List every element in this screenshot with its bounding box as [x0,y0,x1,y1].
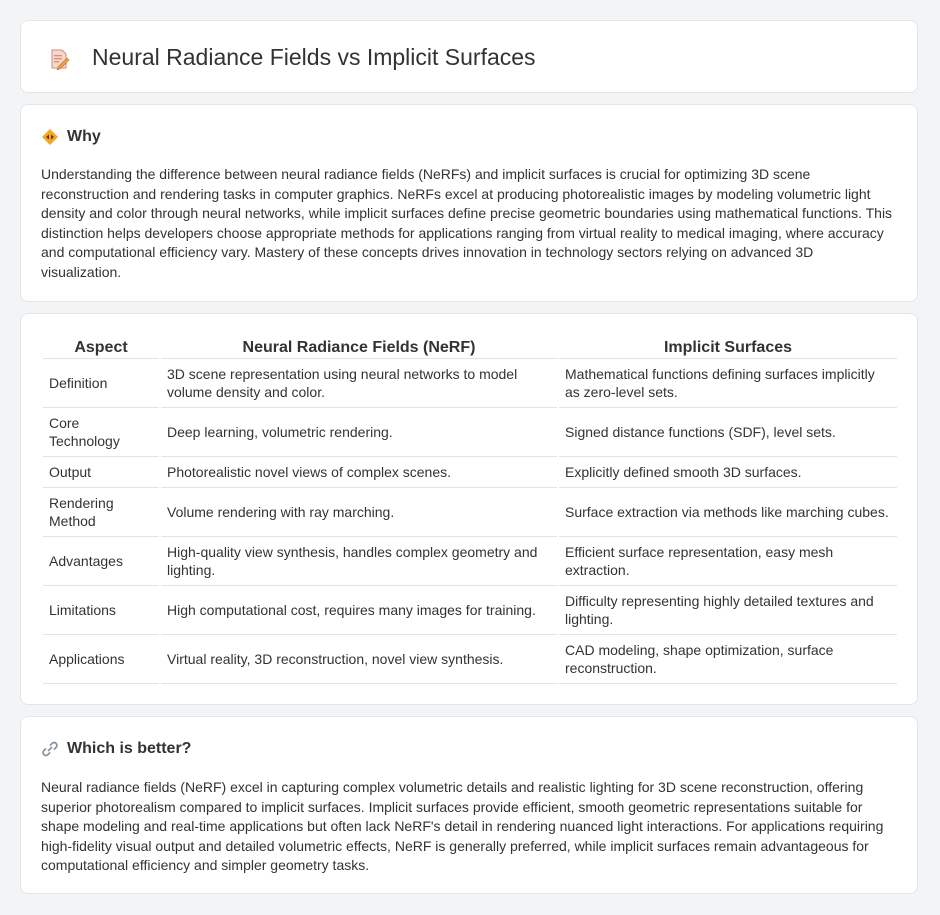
link-icon [42,741,58,757]
table-row: Limitations High computational cost, req… [43,586,897,635]
why-section: Why Understanding the difference between… [20,104,918,302]
which-better-heading: Which is better? [41,737,191,761]
table-header-row: Aspect Neural Radiance Fields (NeRF) Imp… [43,334,897,359]
row-nerf: Photorealistic novel views of complex sc… [161,457,557,488]
row-nerf: High-quality view synthesis, handles com… [161,537,557,586]
which-better-text: Neural radiance fields (NeRF) excel in c… [41,779,884,873]
which-better-title: Which is better? [67,740,192,757]
row-implicit: Surface extraction via methods like marc… [559,488,897,537]
page-title: Neural Radiance Fields vs Implicit Surfa… [92,44,536,70]
comparison-card: Aspect Neural Radiance Fields (NeRF) Imp… [20,313,918,705]
row-nerf: Virtual reality, 3D reconstruction, nove… [161,635,557,684]
row-implicit: Mathematical functions defining surfaces… [559,359,897,408]
row-nerf: Deep learning, volumetric rendering. [161,408,557,457]
row-nerf: High computational cost, requires many i… [161,586,557,635]
comparison-table: Aspect Neural Radiance Fields (NeRF) Imp… [41,334,899,684]
why-text: Understanding the difference between neu… [41,166,893,280]
row-aspect: Advantages [43,537,159,586]
table-row: Advantages High-quality view synthesis, … [43,537,897,586]
row-aspect: Limitations [43,586,159,635]
row-aspect: Applications [43,635,159,684]
table-row: Definition 3D scene representation using… [43,359,897,408]
why-title: Why [67,128,101,145]
row-aspect: Output [43,457,159,488]
row-nerf: Volume rendering with ray marching. [161,488,557,537]
which-better-section: Which is better? Neural radiance fields … [20,716,918,894]
row-aspect: Core Technology [43,408,159,457]
header-nerf: Neural Radiance Fields (NeRF) [161,334,557,359]
row-aspect: Rendering Method [43,488,159,537]
row-implicit: Difficulty representing highly detailed … [559,586,897,635]
header-implicit: Implicit Surfaces [559,334,897,359]
header-aspect: Aspect [43,334,159,359]
row-aspect: Definition [43,359,159,408]
row-implicit: CAD modeling, shape optimization, surfac… [559,635,897,684]
row-implicit: Signed distance functions (SDF), level s… [559,408,897,457]
why-heading: Why [41,125,101,149]
row-nerf: 3D scene representation using neural net… [161,359,557,408]
diamond-arrows-icon [42,129,58,145]
row-implicit: Explicitly defined smooth 3D surfaces. [559,457,897,488]
row-implicit: Efficient surface representation, easy m… [559,537,897,586]
document-pencil-icon [51,49,70,70]
table-row: Rendering Method Volume rendering with r… [43,488,897,537]
table-row: Core Technology Deep learning, volumetri… [43,408,897,457]
table-row: Output Photorealistic novel views of com… [43,457,897,488]
table-row: Applications Virtual reality, 3D reconst… [43,635,897,684]
header-card: Neural Radiance Fields vs Implicit Surfa… [20,20,918,93]
